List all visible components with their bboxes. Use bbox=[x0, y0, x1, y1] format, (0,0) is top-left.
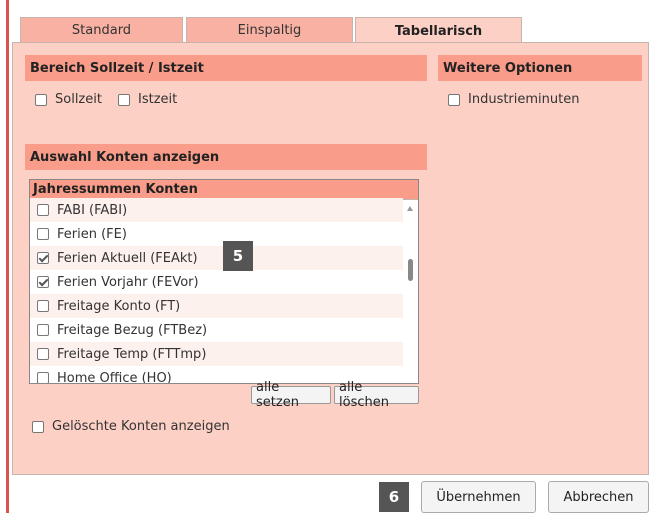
section-header-weitere: Weitere Optionen bbox=[438, 55, 642, 81]
tab-einspaltig[interactable]: Einspaltig bbox=[186, 17, 353, 43]
item-label: Ferien Aktuell (FEAkt) bbox=[57, 250, 198, 266]
tab-standard[interactable]: Standard bbox=[20, 17, 183, 43]
list-item[interactable]: FABI (FABI) bbox=[30, 198, 403, 222]
item-label: Freitage Bezug (FTBez) bbox=[57, 322, 208, 338]
section-title-sollzeit: Bereich Sollzeit / Istzeit bbox=[30, 60, 204, 76]
industrieminuten-checkbox[interactable] bbox=[448, 93, 460, 106]
section-title-konten: Auswahl Konten anzeigen bbox=[30, 149, 220, 165]
sollzeit-checkbox[interactable] bbox=[35, 93, 47, 106]
list-header-label: Jahressummen Konten bbox=[33, 182, 198, 197]
step-marker-5-label: 5 bbox=[232, 247, 244, 265]
item-checkbox[interactable] bbox=[37, 204, 49, 216]
item-label: FABI (FABI) bbox=[57, 202, 128, 218]
list-item[interactable]: Freitage Bezug (FTBez) bbox=[30, 318, 403, 342]
item-checkbox[interactable] bbox=[37, 348, 49, 360]
set-all-label: alle setzen bbox=[256, 380, 299, 410]
apply-label: Übernehmen bbox=[436, 489, 521, 505]
cancel-button[interactable]: Abbrechen bbox=[548, 481, 649, 513]
item-checkbox[interactable] bbox=[37, 228, 49, 240]
clear-all-label: alle löschen bbox=[339, 380, 389, 410]
set-all-button[interactable]: alle setzen bbox=[251, 380, 331, 410]
section-title-weitere: Weitere Optionen bbox=[443, 60, 573, 76]
item-checkbox[interactable] bbox=[37, 300, 49, 312]
section-header-sollzeit: Bereich Sollzeit / Istzeit bbox=[25, 55, 427, 81]
item-checkbox[interactable] bbox=[37, 372, 49, 383]
istzeit-label: Istzeit bbox=[138, 92, 178, 107]
item-label: Freitage Konto (FT) bbox=[57, 298, 181, 314]
item-label: Ferien Vorjahr (FEVor) bbox=[57, 274, 199, 290]
option-sollzeit[interactable]: Sollzeit bbox=[35, 92, 102, 107]
option-istzeit[interactable]: Istzeit bbox=[118, 92, 177, 107]
section-header-konten: Auswahl Konten anzeigen bbox=[25, 144, 427, 170]
item-checkbox[interactable] bbox=[37, 252, 49, 264]
scroll-up-arrow-icon[interactable] bbox=[407, 206, 413, 211]
tab-tabellarisch[interactable]: Tabellarisch bbox=[355, 17, 522, 44]
list-scrollbar[interactable] bbox=[403, 200, 418, 383]
option-show-deleted[interactable]: Gelöschte Konten anzeigen bbox=[32, 419, 230, 434]
option-industrieminuten[interactable]: Industrieminuten bbox=[448, 92, 579, 107]
tab-standard-label: Standard bbox=[71, 23, 132, 38]
item-label: Ferien (FE) bbox=[57, 226, 127, 242]
list-item[interactable]: Ferien Aktuell (FEAkt) bbox=[30, 246, 403, 270]
scroll-thumb[interactable] bbox=[408, 259, 413, 281]
sollzeit-label: Sollzeit bbox=[55, 92, 102, 107]
cancel-label: Abbrechen bbox=[563, 489, 634, 505]
industrieminuten-label: Industrieminuten bbox=[468, 92, 580, 107]
tab-tabellarisch-label: Tabellarisch bbox=[394, 23, 483, 39]
konten-listbox[interactable]: Jahressummen Konten FABI (FABI) Ferien (… bbox=[29, 179, 419, 384]
list-item[interactable]: Ferien (FE) bbox=[30, 222, 403, 246]
apply-button[interactable]: Übernehmen bbox=[421, 481, 536, 513]
item-checkbox[interactable] bbox=[37, 324, 49, 336]
step-marker-6-label: 6 bbox=[388, 488, 400, 506]
item-label: Home Office (HO) bbox=[57, 370, 172, 384]
list-header: Jahressummen Konten bbox=[30, 180, 418, 200]
item-label: Freitage Temp (FTTmp) bbox=[57, 346, 207, 362]
list-item[interactable]: Ferien Vorjahr (FEVor) bbox=[30, 270, 403, 294]
list-items: FABI (FABI) Ferien (FE) Ferien Aktuell (… bbox=[30, 198, 418, 384]
show-deleted-label: Gelöschte Konten anzeigen bbox=[52, 419, 230, 434]
step-marker-6: 6 bbox=[379, 482, 409, 512]
istzeit-checkbox[interactable] bbox=[118, 93, 130, 106]
show-deleted-checkbox[interactable] bbox=[32, 420, 44, 433]
step-marker-5: 5 bbox=[223, 241, 253, 271]
item-checkbox[interactable] bbox=[37, 276, 49, 288]
clear-all-button[interactable]: alle löschen bbox=[334, 380, 419, 410]
tab-einspaltig-label: Einspaltig bbox=[237, 23, 302, 38]
window-frame-edge bbox=[0, 0, 9, 513]
list-item[interactable]: Freitage Temp (FTTmp) bbox=[30, 342, 403, 366]
list-item[interactable]: Freitage Konto (FT) bbox=[30, 294, 403, 318]
